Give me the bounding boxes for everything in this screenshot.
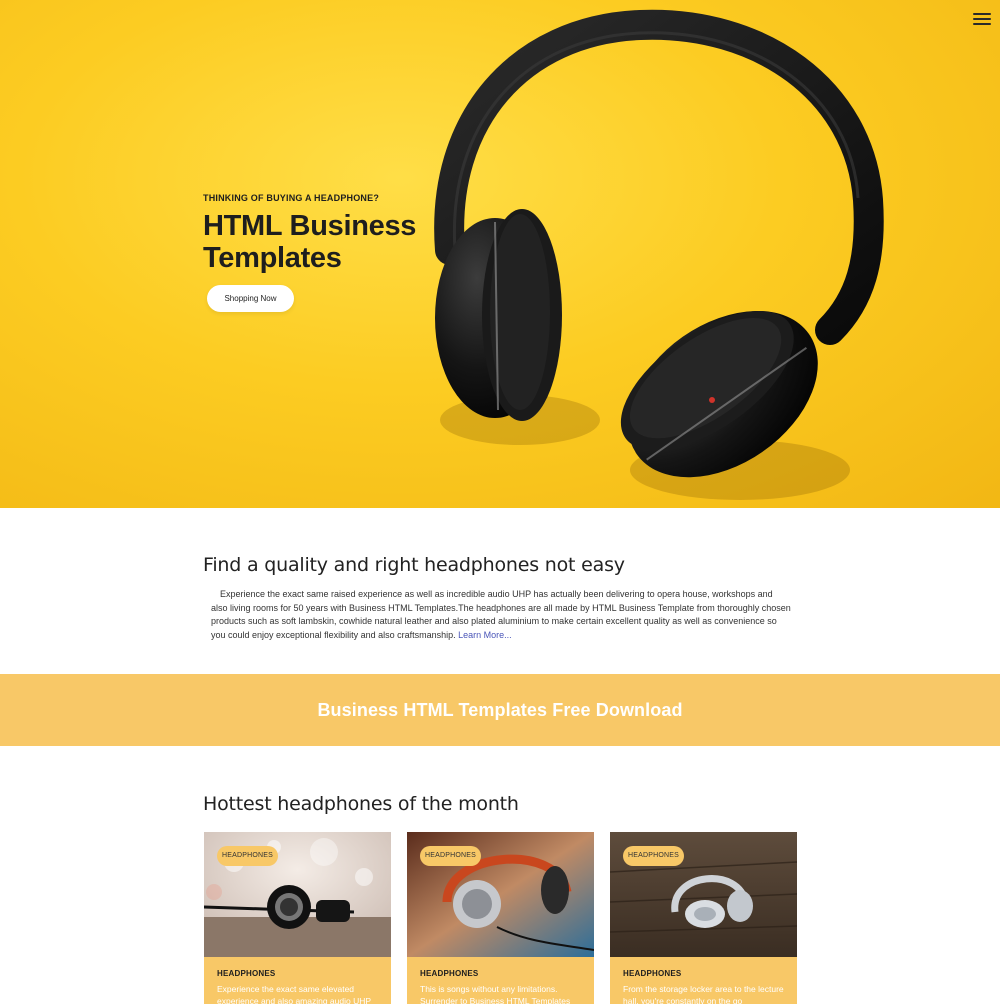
card-title: HEADPHONES [420, 969, 479, 978]
product-card[interactable]: HEADPHONES HEADPHONES Experience the exa… [204, 832, 391, 1004]
card-text: From the storage locker area to the lect… [623, 984, 784, 1004]
learn-more-link[interactable]: Learn More... [458, 630, 512, 640]
intro-title: Find a quality and right headphones not … [203, 554, 625, 576]
product-card[interactable]: HEADPHONES HEADPHONES This is songs with… [407, 832, 594, 1004]
products-title: Hottest headphones of the month [203, 793, 519, 815]
card-title: HEADPHONES [623, 969, 682, 978]
card-title: HEADPHONES [217, 969, 276, 978]
card-text: This is songs without any limitations. S… [420, 984, 571, 1004]
hero-headphones-image [434, 9, 884, 500]
shopping-now-button[interactable]: Shopping Now [207, 285, 294, 312]
hero-title: HTML Business Templates [203, 210, 417, 274]
download-banner-link[interactable]: Business HTML Templates Free Download [317, 700, 682, 721]
download-banner: Business HTML Templates Free Download [0, 674, 1000, 746]
card-text: Experience the exact same elevated exper… [217, 984, 372, 1004]
category-badge: HEADPHONES [623, 846, 685, 866]
hamburger-menu-icon[interactable] [973, 13, 991, 27]
product-card[interactable]: HEADPHONES HEADPHONES From the storage l… [610, 832, 797, 1004]
category-badge: HEADPHONES [217, 846, 279, 866]
hero-section: THINKING OF BUYING A HEADPHONE? HTML Bus… [0, 0, 1000, 508]
hero-eyebrow: THINKING OF BUYING A HEADPHONE? [203, 193, 380, 203]
category-badge: HEADPHONES [420, 846, 482, 866]
intro-text: Experience the exact same raised experie… [211, 588, 791, 642]
